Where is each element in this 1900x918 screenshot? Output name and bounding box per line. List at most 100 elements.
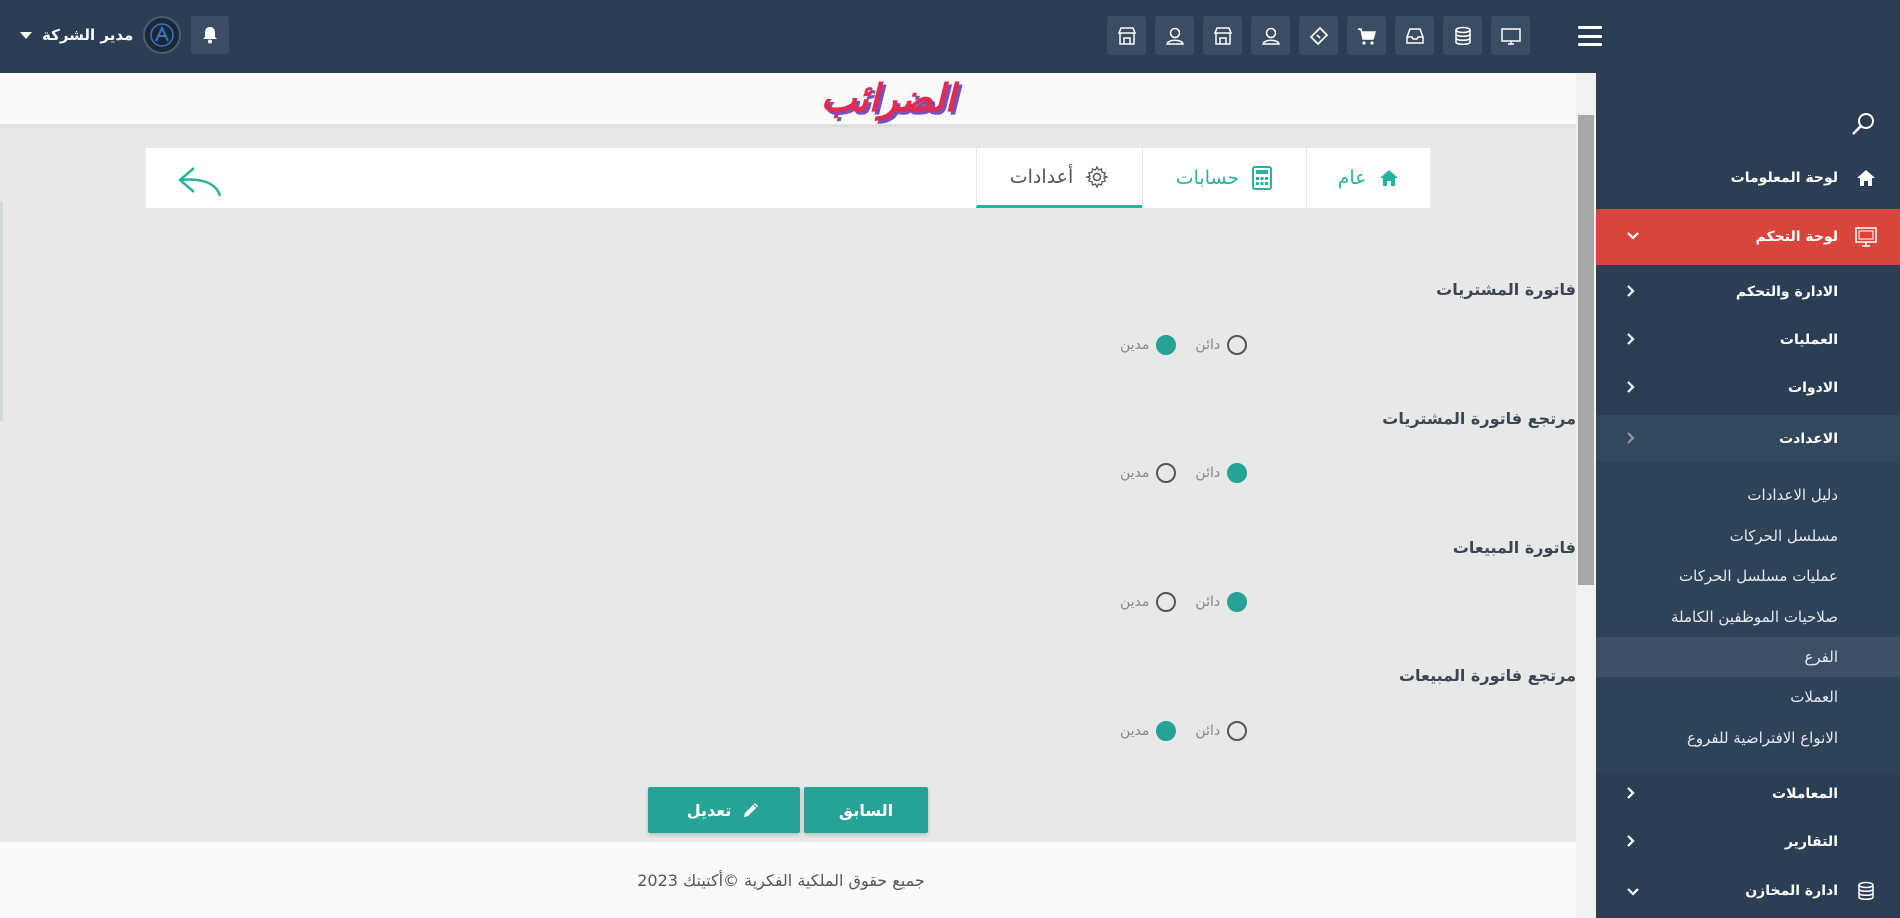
radio-debit[interactable] <box>1156 335 1177 355</box>
tab-accounts[interactable]: حسابات <box>1142 148 1306 208</box>
top-toolbar-icons <box>1107 16 1530 55</box>
sidebar-item-label: لوحة التحكم <box>1755 229 1838 245</box>
radio-credit[interactable] <box>1227 721 1248 741</box>
sidebar-item-label: الادوات <box>1788 379 1838 396</box>
radio-credit-label: دائن <box>1195 723 1221 739</box>
radio-credit-label: دائن <box>1195 594 1221 610</box>
home-icon <box>1852 168 1880 188</box>
radio-credit[interactable] <box>1227 463 1248 483</box>
radio-group-purchase-invoice: دائن مدين <box>1120 335 1248 355</box>
radio-debit[interactable] <box>1156 592 1177 612</box>
sidebar-item-label: المعاملات <box>1772 785 1838 802</box>
radio-group-sales-invoice: دائن مدين <box>1120 592 1248 612</box>
monitor-icon[interactable] <box>1491 16 1530 55</box>
calculator-icon <box>1252 166 1273 190</box>
sidebar-item-operations[interactable]: العمليات <box>1596 316 1900 363</box>
sidebar-subitem-employee-permissions[interactable]: صلاحيات الموظفين الكاملة <box>1596 597 1900 637</box>
tab-accounts-label: حسابات <box>1175 167 1240 189</box>
search-icon[interactable] <box>1850 111 1876 137</box>
section-label-purchase-return: مرتجع فاتورة المشتريات <box>1382 409 1576 428</box>
radio-credit-label: دائن <box>1195 465 1221 481</box>
sidebar-item-transactions[interactable]: المعاملات <box>1596 770 1900 817</box>
copyright-text: جميع حقوق الملكية الفكرية ©أكتيتك 2023 <box>637 870 925 890</box>
tab-general[interactable]: عام <box>1306 148 1431 208</box>
tab-settings[interactable]: أعدادات <box>976 148 1142 208</box>
sidebar-item-tools[interactable]: الادوات <box>1596 364 1900 411</box>
section-label-purchase-invoice: فاتورة المشتريات <box>1436 280 1576 299</box>
tabs-bar: عام حسابات أعدادات <box>146 148 1430 208</box>
radio-debit-label: مدين <box>1120 723 1150 739</box>
chevron-right-icon <box>1627 787 1635 799</box>
radio-credit[interactable] <box>1227 592 1248 612</box>
top-navbar: مدير الشركة <box>0 0 1900 73</box>
avatar[interactable] <box>143 16 182 54</box>
cart-icon[interactable] <box>1347 16 1386 55</box>
user-area[interactable]: مدير الشركة <box>20 16 230 54</box>
section-label-sales-invoice: فاتورة المبيعات <box>1452 538 1576 557</box>
edit-button-label: تعديل <box>686 800 732 820</box>
scrollbar-thumb[interactable] <box>1578 115 1594 585</box>
store-icon[interactable] <box>1203 16 1242 55</box>
database-icon <box>1852 880 1880 902</box>
sidebar-item-reports[interactable]: التقارير <box>1596 818 1900 865</box>
sidebar-item-label: لوحة المعلومات <box>1730 169 1838 186</box>
radio-debit-label: مدين <box>1120 337 1150 353</box>
home-icon <box>1380 170 1399 186</box>
user-icon[interactable] <box>1251 16 1290 55</box>
radio-group-purchase-return: دائن مدين <box>1120 463 1248 483</box>
sidebar-subitem-default-branch-types[interactable]: الانواع الافتراضية للفروع <box>1596 718 1900 758</box>
inbox-icon[interactable] <box>1395 16 1434 55</box>
user-icon[interactable] <box>1155 16 1194 55</box>
sidebar-subitem-transaction-series[interactable]: مسلسل الحركات <box>1596 516 1900 556</box>
sidebar-item-management[interactable]: الادارة والتحكم <box>1596 268 1900 315</box>
title-bar: الضرائب <box>0 73 1576 125</box>
user-name[interactable]: مدير الشركة <box>42 26 133 44</box>
radio-credit-label: دائن <box>1195 337 1221 353</box>
sidebar-item-label: الاعدادت <box>1779 430 1838 447</box>
sidebar-item-label: العمليات <box>1779 331 1838 348</box>
sidebar-item-warehouse-management[interactable]: ادارة المخازن <box>1596 867 1900 914</box>
chevron-right-icon <box>1627 285 1635 297</box>
edit-button[interactable]: تعديل <box>648 787 800 833</box>
chevron-right-icon <box>1627 432 1635 444</box>
chevron-down-icon <box>1627 232 1639 240</box>
menu-toggle-icon[interactable] <box>1578 26 1602 46</box>
caret-down-icon[interactable] <box>20 31 32 39</box>
section-label-sales-return: مرتجع فاتورة المبيعات <box>1398 666 1576 685</box>
sidebar-subitem-branch[interactable]: الفرع <box>1596 637 1900 677</box>
main-content: الضرائب عام حسابات أعدادات فاتورة المشتر… <box>0 73 1576 918</box>
tab-general-label: عام <box>1337 167 1367 189</box>
chevron-down-icon <box>1627 888 1639 896</box>
sidebar-item-label: الادارة والتحكم <box>1735 283 1838 300</box>
sidebar-item-label: ادارة المخازن <box>1745 882 1838 899</box>
left-edge-divider <box>0 201 3 421</box>
sidebar-item-settings[interactable]: الاعدادت <box>1596 415 1900 462</box>
monitor-icon <box>1852 226 1880 248</box>
reply-arrow-icon[interactable] <box>176 164 224 198</box>
previous-button-label: السابق <box>838 800 894 820</box>
chevron-right-icon <box>1627 381 1635 393</box>
radio-debit[interactable] <box>1156 463 1177 483</box>
chevron-right-icon <box>1627 333 1635 345</box>
gear-icon <box>1085 165 1110 188</box>
sidebar-item-label: التقارير <box>1784 833 1838 850</box>
radio-debit[interactable] <box>1156 721 1177 741</box>
ticket-icon[interactable] <box>1299 16 1338 55</box>
radio-debit-label: مدين <box>1120 465 1150 481</box>
sidebar-item-control-panel[interactable]: لوحة التحكم <box>1596 209 1900 265</box>
chevron-right-icon <box>1627 835 1635 847</box>
previous-button[interactable]: السابق <box>804 787 928 833</box>
sidebar-subitem-settings-guide[interactable]: دليل الاعدادات <box>1596 475 1900 515</box>
sidebar: لوحة المعلومات لوحة التحكم الادارة والتح… <box>1596 73 1900 918</box>
sidebar-item-dashboard[interactable]: لوحة المعلومات <box>1596 154 1900 201</box>
radio-group-sales-return: دائن مدين <box>1120 721 1248 741</box>
radio-credit[interactable] <box>1227 335 1248 355</box>
scrollbar[interactable] <box>1576 73 1596 918</box>
store-icon[interactable] <box>1107 16 1146 55</box>
sidebar-subitem-series-operations[interactable]: عمليات مسلسل الحركات <box>1596 556 1900 596</box>
database-icon[interactable] <box>1443 16 1482 55</box>
sidebar-subitem-currencies[interactable]: العملات <box>1596 677 1900 717</box>
bell-icon[interactable] <box>191 16 230 54</box>
radio-debit-label: مدين <box>1120 594 1150 610</box>
page-title: الضرائب <box>820 75 956 120</box>
